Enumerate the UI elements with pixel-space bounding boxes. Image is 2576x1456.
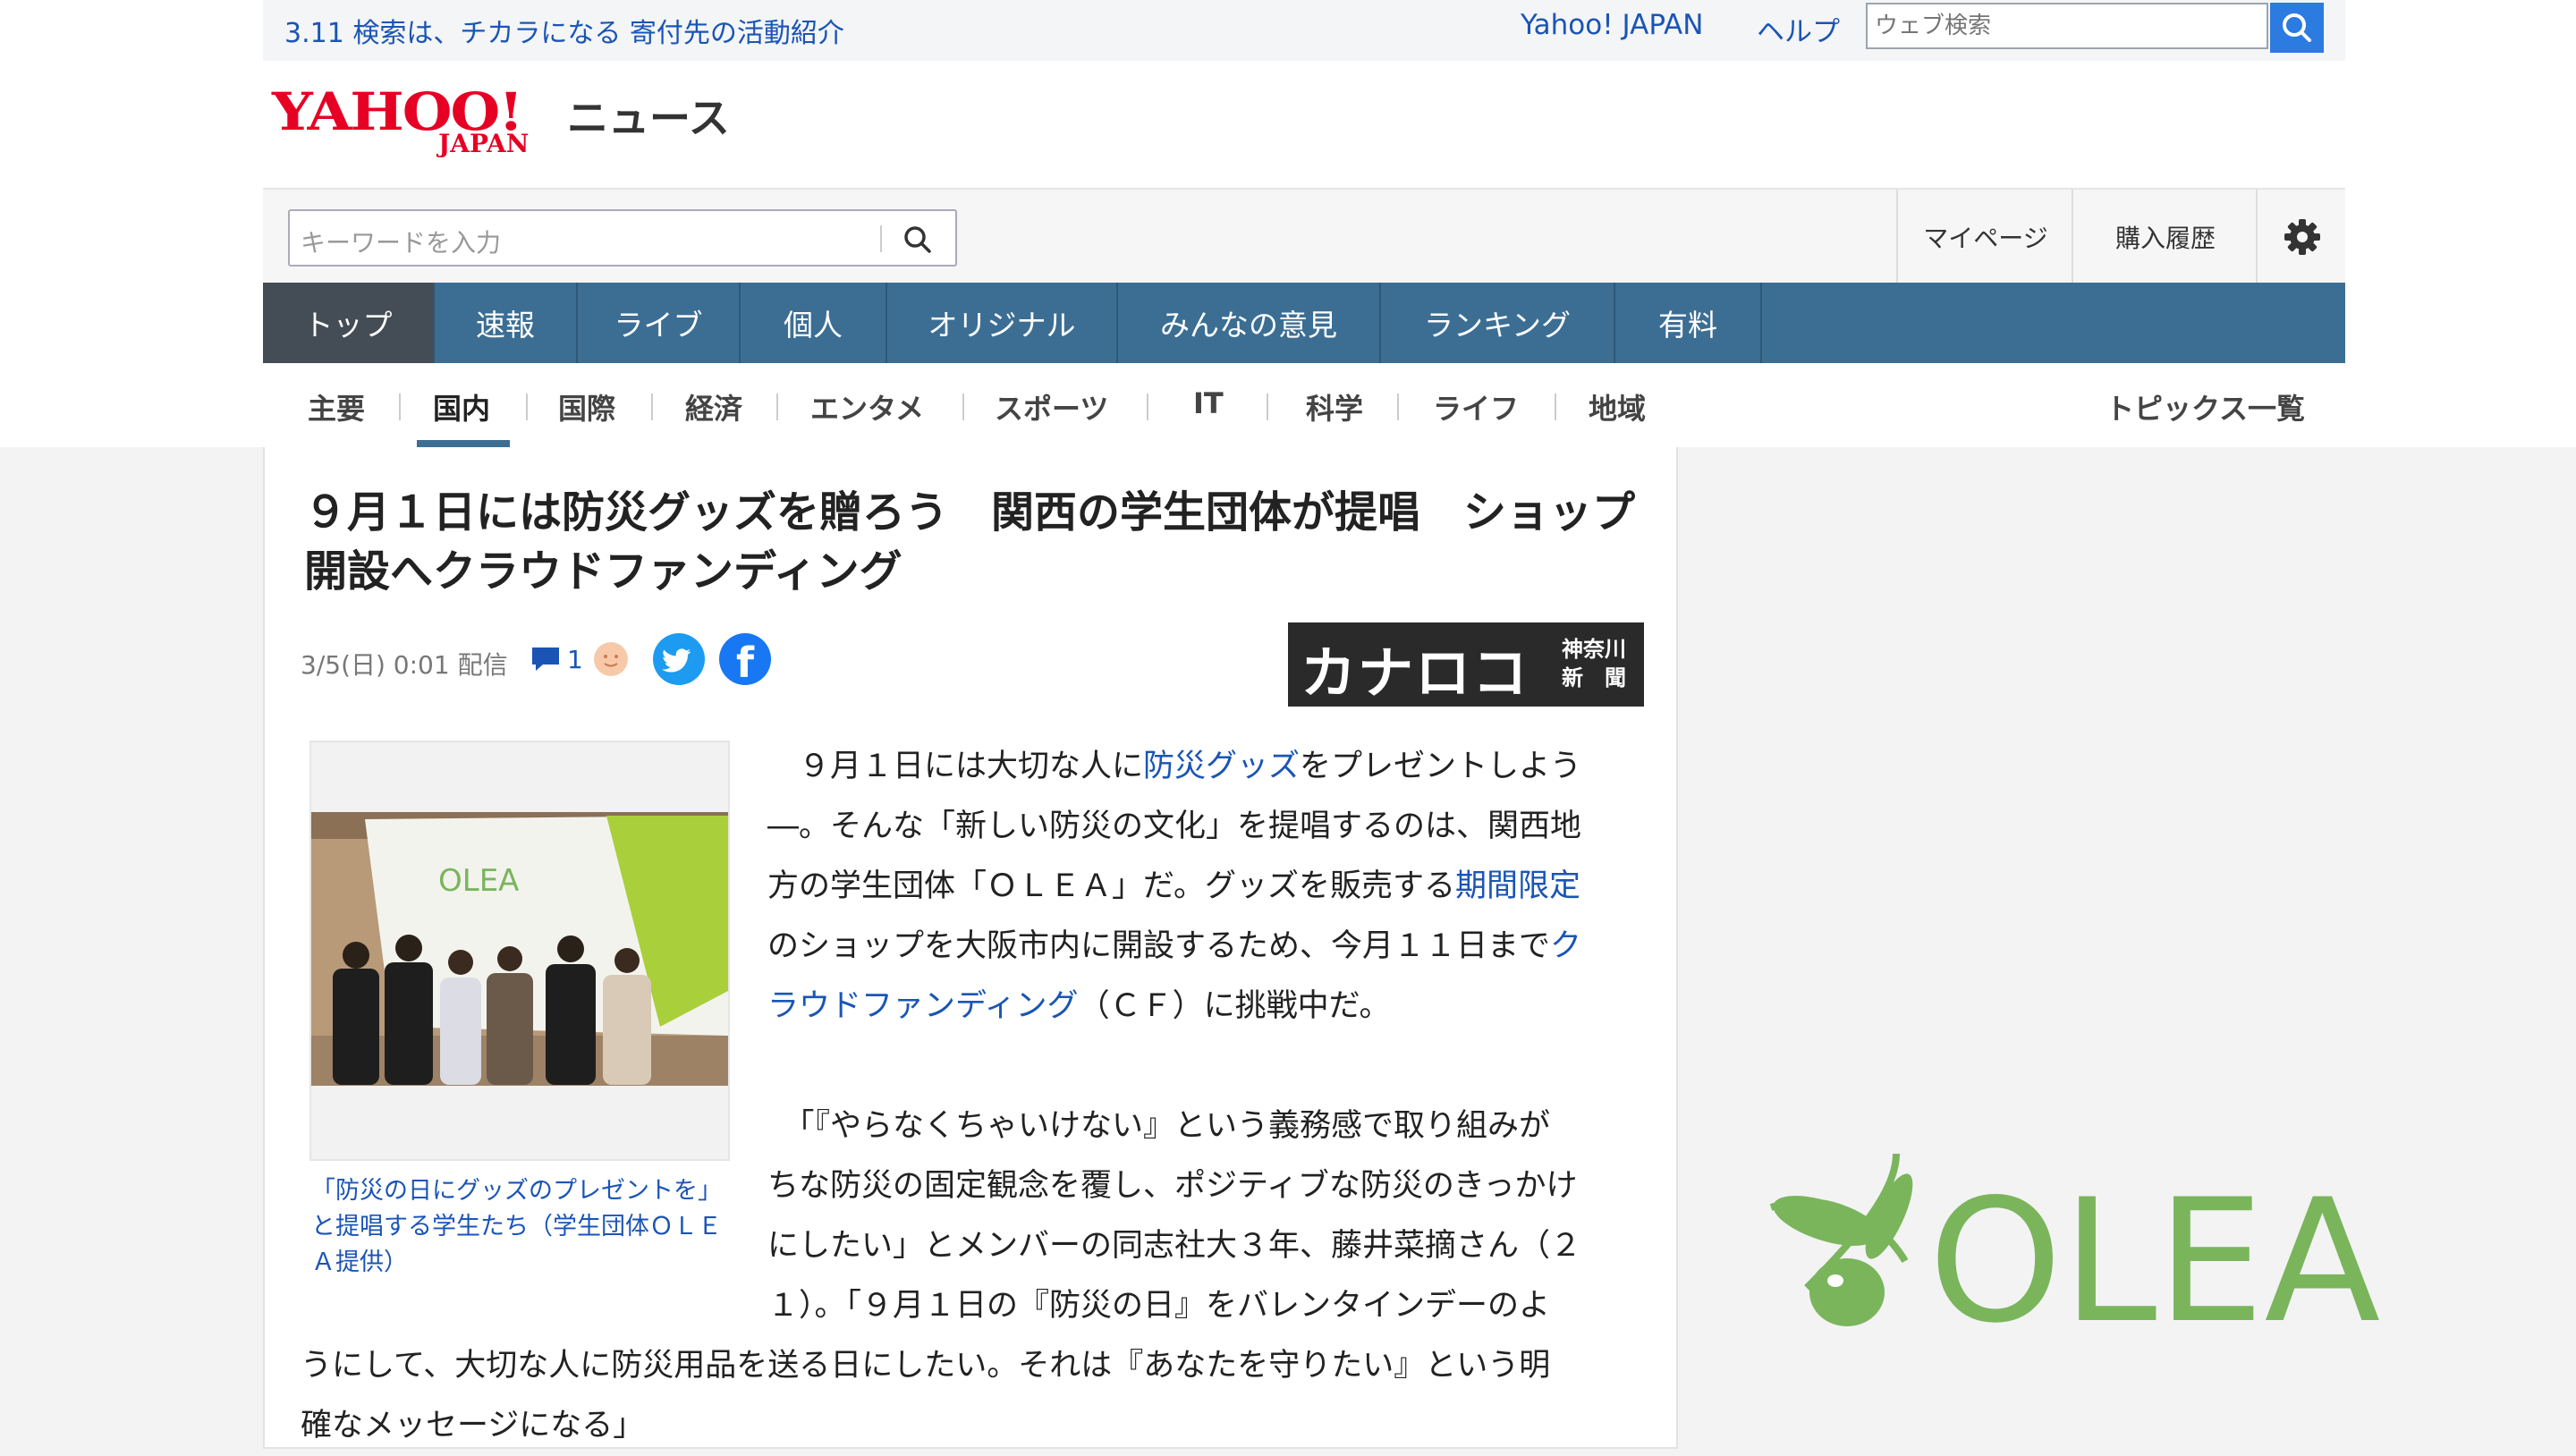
article-title: ９月１日には防災グッズを贈ろう 関西の学生団体が提唱 ショップ開設へクラウドファ… [304, 487, 1636, 597]
link-limited-time[interactable]: 期間限定 [1455, 868, 1580, 904]
active-topic-indicator [417, 440, 510, 447]
topic-entertainment[interactable]: エンタメ [810, 386, 924, 427]
paragraph-1-line-5: ラウドファンディング（ＣＦ）に挑戦中だ。 [767, 988, 1391, 1024]
olea-logo-text: OLEA [1928, 1163, 2379, 1359]
nav-tab-top[interactable]: トップ [263, 283, 435, 363]
topic-nav: 主要 国内 国際 経済 エンタメ スポーツ IT 科学 ライフ 地域 トピックス… [263, 363, 2345, 447]
paragraph-1-line-3: 方の学生団体「ＯＬＥＡ」だ。グッズを販売する期間限定 [767, 868, 1580, 904]
facebook-share-button[interactable]: f [719, 633, 771, 685]
keyword-search-box[interactable]: キーワードを入力 [288, 209, 957, 267]
site-logo[interactable]: YAHOO! JAPAN ニュース [263, 82, 2345, 163]
nav-tab-individual[interactable]: 個人 [741, 283, 887, 363]
paragraph-1-line-1: ９月１日には大切な人に防災グッズをプレゼントしよう [767, 749, 1582, 784]
settings-button[interactable] [2256, 190, 2347, 284]
news-logo-text: ニュース [567, 94, 730, 142]
nav-tab-live[interactable]: ライブ [578, 283, 741, 363]
help-link[interactable]: ヘルプ [1757, 9, 1840, 49]
article-photo[interactable]: OLEA [309, 741, 730, 1161]
photo-caption[interactable]: 「防災の日にグッズのプレゼントを」と提唱する学生たち（学生団体ＯＬＥＡ提供） [311, 1173, 741, 1281]
topic-divider [776, 394, 778, 420]
topic-divider [1555, 394, 1556, 420]
source-logo-sub: 神奈川 新 聞 [1562, 637, 1626, 690]
all-topics-link[interactable]: トピックス一覧 [2106, 386, 2305, 427]
topic-economy[interactable]: 経済 [685, 386, 742, 427]
topic-divider [1267, 394, 1268, 420]
mypage-link[interactable]: マイページ [1896, 190, 2073, 284]
primary-nav: トップ 速報 ライブ 個人 オリジナル みんなの意見 ランキング 有料 [263, 283, 2345, 363]
topic-main[interactable]: 主要 [308, 386, 365, 427]
facebook-icon: f [735, 639, 754, 685]
paragraph-2-line-2: ちな防災の固定観念を覆し、ポジティブな防災のきっかけ [767, 1168, 1578, 1204]
purchase-history-link[interactable]: 購入履歴 [2072, 190, 2258, 284]
link-crowdfunding[interactable]: ラウドファンディング [767, 988, 1079, 1024]
topic-divider [1147, 394, 1148, 420]
search-icon [2283, 13, 2311, 42]
nav-tab-ranking[interactable]: ランキング [1381, 283, 1615, 363]
topic-divider [651, 394, 653, 420]
article-date: 3/5(日) 0:01 [301, 650, 450, 680]
topic-divider [1397, 394, 1399, 420]
source-logo[interactable]: カナロコ 神奈川 新 聞 [1288, 622, 1644, 707]
photo-brand-text: OLEA [438, 863, 519, 899]
paragraph-2-line-3: にしたい」とメンバーの同志社大３年、藤井菜摘さん（２ [767, 1228, 1582, 1264]
source-logo-main: カナロコ [1301, 640, 1530, 706]
group-photo-image: OLEA [311, 812, 728, 1086]
paragraph-1-line-4: のショップを大阪市内に開設するため、今月１１日までク [767, 928, 1582, 964]
twitter-icon [662, 648, 691, 673]
gear-icon [2284, 219, 2320, 255]
reaction-face-icon[interactable] [594, 642, 628, 676]
nav-tab-paid[interactable]: 有料 [1615, 283, 1762, 363]
paragraph-2-line-4: １）。「９月１日の『防災の日』をバレンタインデーのよ [767, 1288, 1551, 1324]
comment-count: 1 [567, 644, 583, 674]
topic-life[interactable]: ライフ [1433, 386, 1519, 427]
topic-international[interactable]: 国際 [558, 386, 615, 427]
web-search-input[interactable] [1866, 3, 2268, 49]
topic-divider [399, 394, 401, 420]
topic-sports[interactable]: スポーツ [995, 386, 1108, 427]
utility-bar: 3.11 検索は、チカラになる 寄付先の活動紹介 Yahoo! JAPAN ヘル… [263, 0, 2345, 61]
link-crowdfunding-start[interactable]: ク [1550, 928, 1581, 964]
paragraph-2-line-6: 確なメッセージになる」 [301, 1408, 645, 1443]
comment-count-link[interactable]: 1 [530, 644, 583, 674]
article-delivered-label: 配信 [457, 650, 508, 680]
topic-divider [962, 394, 964, 420]
olive-branch-icon: OLEA [1769, 1153, 2380, 1360]
article: ９月１日には防災グッズを贈ろう 関西の学生団体が提唱 ショップ開設へクラウドファ… [263, 447, 1678, 1449]
paragraph-2-line-1: 「『やらなくちゃいけない』という義務感で取り組みが [767, 1108, 1551, 1144]
link-disaster-goods[interactable]: 防災グッズ [1143, 749, 1300, 784]
promo-link[interactable]: 3.11 検索は、チカラになる 寄付先の活動紹介 [284, 11, 844, 50]
nav-tab-breaking[interactable]: 速報 [435, 283, 578, 363]
search-divider [880, 225, 882, 252]
twitter-share-button[interactable] [653, 633, 705, 685]
topic-it[interactable]: IT [1193, 386, 1224, 420]
nav-tab-original[interactable]: オリジナル [887, 283, 1118, 363]
topic-region[interactable]: 地域 [1589, 386, 1646, 427]
paragraph-1-line-2: ―。そんな「新しい防災の文化」を提唱するのは、関西地 [767, 808, 1582, 844]
search-row: キーワードを入力 マイページ 購入履歴 [263, 188, 2345, 284]
keyword-search-placeholder: キーワードを入力 [301, 228, 502, 258]
comment-icon [532, 648, 559, 671]
article-meta: 3/5(日) 0:01 配信 [301, 646, 508, 681]
olea-logo: OLEA [1753, 1153, 2380, 1363]
nav-tab-opinions[interactable]: みんなの意見 [1118, 283, 1381, 363]
topic-domestic[interactable]: 国内 [433, 386, 490, 427]
yahoo-japan-link[interactable]: Yahoo! JAPAN [1521, 9, 1703, 41]
topic-science[interactable]: 科学 [1306, 386, 1363, 427]
japan-logo-text: JAPAN [438, 129, 530, 158]
search-icon[interactable] [900, 222, 936, 261]
paragraph-2-line-5: うにして、大切な人に防災用品を送る日にしたい。それは『あなたを守りたい』という明 [301, 1348, 1551, 1384]
topic-divider [526, 394, 528, 420]
web-search-button[interactable] [2270, 3, 2324, 53]
